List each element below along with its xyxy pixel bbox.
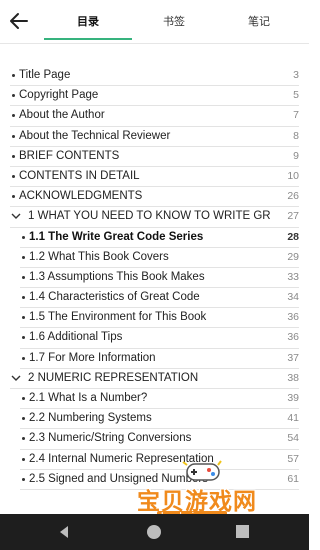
toc-row-page: 54 <box>287 432 299 445</box>
chevron-down-icon[interactable] <box>11 373 21 383</box>
toc-row-page: 34 <box>287 291 299 304</box>
toc-row-page: 3 <box>293 69 299 81</box>
nav-back-icon[interactable] <box>57 525 71 539</box>
toc-row-label: 1.4 Characteristics of Great Code <box>29 291 200 304</box>
toc-row-page: 36 <box>287 311 299 324</box>
toc-chapter-row[interactable]: 2 NUMERIC REPRESENTATION 38 <box>10 369 299 389</box>
toc-row-label: 2.1 What Is a Number? <box>29 392 148 404</box>
toc-row-page: 7 <box>293 109 299 122</box>
toc-row-label: 1 WHAT YOU NEED TO KNOW TO WRITE GR... <box>28 210 270 223</box>
toc-row-page: 28 <box>287 230 299 243</box>
bullet-icon <box>12 195 15 199</box>
header-divider <box>0 43 309 44</box>
toc-row[interactable]: BRIEF CONTENTS 9 <box>10 147 299 167</box>
toc-row-page: 27 <box>287 210 299 223</box>
toc-chapter-row[interactable]: 1 WHAT YOU NEED TO KNOW TO WRITE GR... 27 <box>10 207 299 228</box>
toc-row-label: 1.3 Assumptions This Book Makes <box>29 270 205 283</box>
bullet-icon <box>12 154 15 158</box>
toc-row-page: 29 <box>287 250 299 263</box>
bullet-icon <box>22 417 25 421</box>
toc-row[interactable]: 1.5 The Environment for This Book 36 <box>20 308 299 329</box>
toc-row[interactable]: Copyright Page 5 <box>10 86 299 107</box>
bullet-icon <box>12 94 15 98</box>
toc-row-page: 10 <box>287 169 299 182</box>
bullet-icon <box>22 275 25 279</box>
toc-row-label: 1.1 The Write Great Code Series <box>29 230 204 243</box>
toc-row[interactable]: About the Author 7 <box>10 106 299 127</box>
toc-row-label: Copyright Page <box>19 89 99 102</box>
toc-row[interactable]: 1.4 Characteristics of Great Code 34 <box>20 288 299 309</box>
toc-row-page: 26 <box>287 190 299 203</box>
toc-row-page: 39 <box>287 392 299 404</box>
bullet-icon <box>12 74 15 77</box>
toc-row-label: BRIEF CONTENTS <box>19 149 120 162</box>
toc-row-page: 8 <box>293 129 299 142</box>
toc-row-label: 1.7 For More Information <box>29 351 156 364</box>
toc-row[interactable]: 1.1 The Write Great Code Series 28 <box>20 228 299 248</box>
toc-row-label: 1.2 What This Book Covers <box>29 250 169 263</box>
toc-row-label: 2.2 Numbering Systems <box>29 412 152 425</box>
toc-row-label: CONTENTS IN DETAIL <box>19 169 140 182</box>
toc-row[interactable]: 2.2 Numbering Systems 41 <box>20 409 299 430</box>
toc-row-label: 1.5 The Environment for This Book <box>29 311 207 324</box>
bullet-icon <box>22 336 25 340</box>
toc-row[interactable]: 1.2 What This Book Covers 29 <box>20 248 299 268</box>
toc-row[interactable]: 1.3 Assumptions This Book Makes 33 <box>20 268 299 289</box>
toc-row[interactable]: Title Page 3 <box>10 66 299 87</box>
bullet-icon <box>22 296 25 300</box>
toc-row-label: ACKNOWLEDGMENTS <box>19 190 143 203</box>
bullet-icon <box>12 134 15 138</box>
bullet-icon <box>12 174 15 178</box>
bullet-icon <box>22 437 25 441</box>
top-bar: 目录 书签 笔记 <box>0 0 309 44</box>
nav-recents-icon[interactable] <box>236 525 249 538</box>
toc-row-label: Title Page <box>19 69 71 81</box>
table-of-contents: Title Page 3 Copyright Page 5 About the Auth… <box>0 66 309 490</box>
toc-row[interactable]: 1.6 Additional Tips 36 <box>20 328 299 349</box>
bullet-icon <box>22 477 25 481</box>
back-arrow-icon[interactable] <box>8 10 30 32</box>
bullet-icon <box>22 356 25 360</box>
system-nav-bar <box>0 514 309 550</box>
active-tab-indicator <box>44 38 132 40</box>
toc-row[interactable]: CONTENTS IN DETAIL 10 <box>10 167 299 188</box>
toc-row-page: 5 <box>293 89 299 102</box>
tab-contents[interactable]: 目录 <box>44 0 132 40</box>
toc-row-page: 9 <box>293 149 299 162</box>
toc-row[interactable]: 2.1 What Is a Number? 39 <box>20 389 299 410</box>
bullet-icon <box>22 235 25 239</box>
toc-row-page: 41 <box>287 412 299 425</box>
toc-row-label: 2.3 Numeric/String Conversions <box>29 432 192 445</box>
toc-row-label: About the Technical Reviewer <box>19 129 171 142</box>
toc-row-page: 37 <box>287 351 299 364</box>
bullet-icon <box>12 114 15 118</box>
bullet-icon <box>22 255 25 259</box>
toc-row-label: About the Author <box>19 109 105 122</box>
toc-row[interactable]: 2.3 Numeric/String Conversions 54 <box>20 429 299 450</box>
toc-row-page: 38 <box>287 371 299 384</box>
bullet-icon <box>22 397 25 400</box>
toc-row-label: 2 NUMERIC REPRESENTATION <box>28 371 199 384</box>
nav-home-icon[interactable] <box>147 525 161 539</box>
toc-row[interactable]: 1.7 For More Information 37 <box>20 349 299 369</box>
toc-row-page: 36 <box>287 331 299 344</box>
toc-row-label: 1.6 Additional Tips <box>29 331 123 344</box>
tab-bookmarks[interactable]: 书签 <box>132 0 216 40</box>
tab-notes[interactable]: 笔记 <box>216 0 302 40</box>
bullet-icon <box>22 316 25 320</box>
toc-row[interactable]: ACKNOWLEDGMENTS 26 <box>10 187 299 208</box>
bullet-icon <box>22 457 25 461</box>
toc-row-page: 33 <box>287 270 299 283</box>
chevron-down-icon[interactable] <box>11 211 21 221</box>
toc-row[interactable]: About the Technical Reviewer 8 <box>10 127 299 147</box>
